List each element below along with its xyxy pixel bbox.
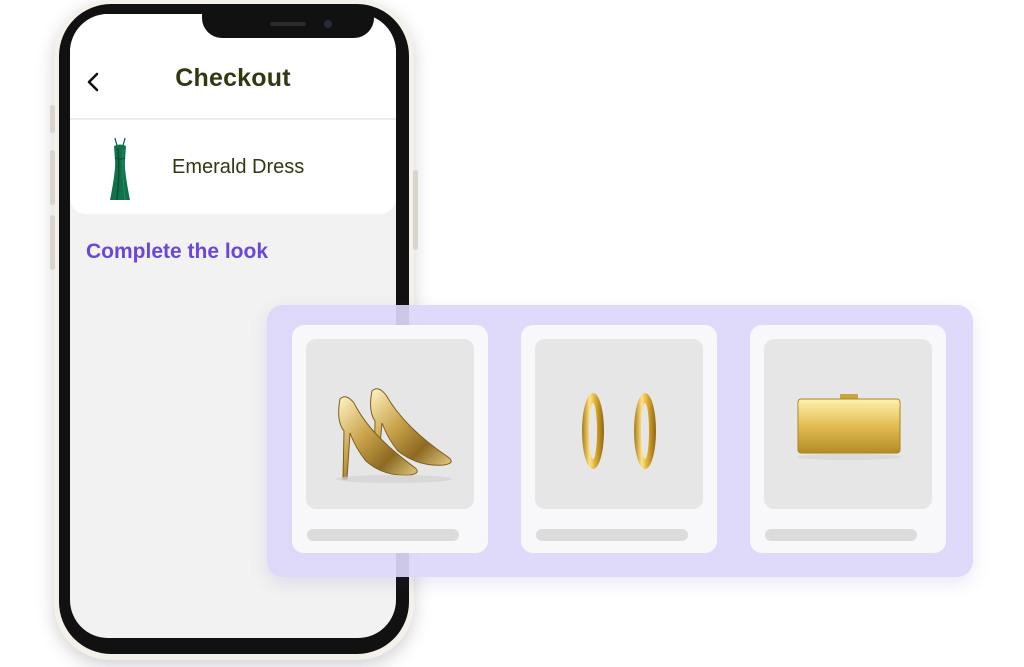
divider: [70, 118, 396, 120]
speaker-grille: [270, 22, 306, 26]
checkout-card: Checkout Emerald Dress: [70, 14, 396, 214]
nav-bar: Checkout: [70, 54, 396, 106]
front-camera: [324, 20, 332, 28]
recommendation-card[interactable]: [521, 325, 717, 553]
phone-notch: [202, 14, 374, 38]
item-name: Emerald Dress: [172, 156, 305, 178]
gold-clutch-image: [764, 339, 932, 509]
gold-hoop-earrings-image: [535, 339, 703, 509]
caption-placeholder: [307, 529, 459, 541]
volume-up-button: [50, 150, 55, 205]
caption-placeholder: [765, 529, 917, 541]
volume-down-button: [50, 215, 55, 270]
power-button: [413, 170, 418, 250]
page-title: Checkout: [175, 64, 291, 92]
recommendations-panel: [267, 305, 973, 577]
green-dress-image: [100, 134, 140, 202]
recommendation-card[interactable]: [292, 325, 488, 553]
section-title: Complete the look: [86, 240, 269, 263]
mute-switch: [50, 105, 55, 133]
gold-pumps-image: [306, 339, 474, 509]
caption-placeholder: [536, 529, 688, 541]
recommendation-card[interactable]: [750, 325, 946, 553]
cart-item[interactable]: Emerald Dress: [70, 128, 396, 212]
